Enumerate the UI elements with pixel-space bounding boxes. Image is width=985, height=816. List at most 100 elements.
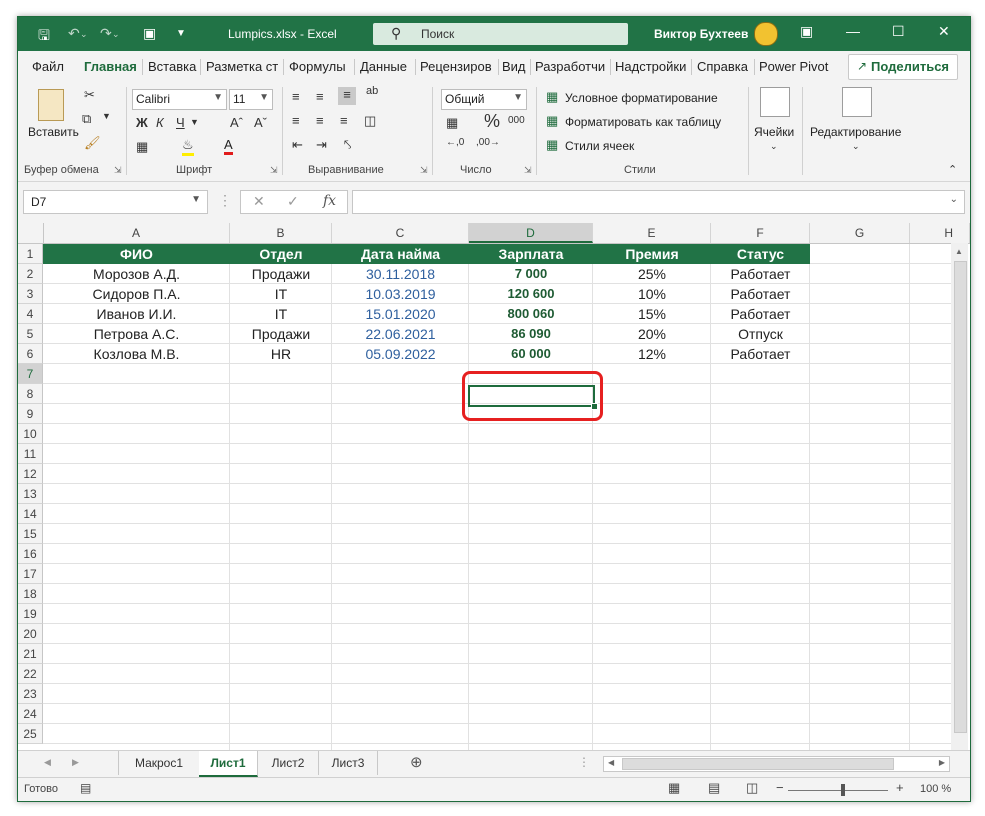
shrink-font-icon[interactable]: Aˇ [254,115,267,130]
cell-bonus[interactable]: 20% [593,324,711,344]
row-header-17[interactable]: 17 [18,564,43,584]
cell-hire-date[interactable]: 05.09.2022 [332,344,469,364]
zoom-slider-track[interactable] [788,790,888,791]
cell-salary[interactable]: 86 090 [469,324,593,344]
row-header-2[interactable]: 2 [18,264,43,284]
redo-dropdown-icon[interactable]: ⌄ [112,29,120,40]
alignment-launcher-icon[interactable]: ⇲ [420,165,428,176]
row-header-22[interactable]: 22 [18,664,43,684]
increase-indent-icon[interactable]: ⇥ [316,137,327,153]
sheet-tab-macros1[interactable]: Макрос1 [118,751,200,775]
row-header-11[interactable]: 11 [18,444,43,464]
column-header-f[interactable]: F [711,223,810,243]
camera-icon[interactable]: ▣ [143,25,156,42]
tab-power-pivot[interactable]: Power Pivot [759,59,828,74]
zoom-out-button[interactable]: − [776,780,784,795]
cell-bonus[interactable]: 25% [593,264,711,284]
zoom-level[interactable]: 100 % [920,783,951,795]
cell-hire-date[interactable]: 15.01.2020 [332,304,469,324]
font-launcher-icon[interactable]: ⇲ [270,165,278,176]
cell-fio[interactable]: Козлова М.В. [43,344,230,364]
cell-hire-date[interactable]: 30.11.2018 [332,264,469,284]
row-header-3[interactable]: 3 [18,284,43,304]
search-box[interactable]: ⚲ Поиск [373,23,628,45]
decrease-indent-icon[interactable]: ⇤ [292,137,303,153]
decrease-decimal-icon[interactable]: ,00→ [476,137,500,148]
accessibility-icon[interactable]: ▤ [80,781,91,795]
cell-salary[interactable]: 7 000 [469,264,593,284]
editing-label[interactable]: Редактирование [810,125,901,139]
undo-icon[interactable]: ↶ [68,25,80,42]
horizontal-scrollbar[interactable]: ◀ ▶ [603,756,950,772]
row-header-15[interactable]: 15 [18,524,43,544]
paste-icon[interactable] [38,89,64,121]
row-header-23[interactable]: 23 [18,684,43,704]
number-launcher-icon[interactable]: ⇲ [524,165,532,176]
row-header-8[interactable]: 8 [18,384,43,404]
scroll-up-icon[interactable]: ▲ [955,247,963,256]
close-icon[interactable]: ✕ [938,23,950,40]
column-header-e[interactable]: E [593,223,711,243]
format-as-table-button[interactable]: Форматировать как таблицу [565,115,721,129]
tab-view[interactable]: Вид [502,59,526,74]
sheet-tab-list2[interactable]: Лист2 [258,751,319,775]
row-header-4[interactable]: 4 [18,304,43,324]
table-header-salary[interactable]: Зарплата [469,244,593,264]
cell-bonus[interactable]: 12% [593,344,711,364]
cell-fio[interactable]: Петрова А.С. [43,324,230,344]
cell-status[interactable]: Работает [711,264,810,284]
tab-file[interactable]: Файл [32,59,64,74]
italic-button[interactable]: К [156,115,164,130]
column-header-h[interactable]: H [910,223,970,243]
cell-status[interactable]: Работает [711,304,810,324]
row-header-14[interactable]: 14 [18,504,43,524]
avatar[interactable] [754,22,778,46]
column-header-c[interactable]: C [332,223,469,243]
horizontal-scroll-thumb[interactable] [622,758,894,770]
wrap-text-icon[interactable]: ab [366,85,378,97]
cell-dept[interactable]: IT [230,284,332,304]
select-all-corner[interactable] [18,223,44,243]
add-sheet-icon[interactable]: ⊕ [410,753,423,771]
table-header-hire-date[interactable]: Дата найма [332,244,469,264]
format-as-table-icon[interactable]: ▦ [546,113,558,129]
cell-hire-date[interactable]: 22.06.2021 [332,324,469,344]
row-header-10[interactable]: 10 [18,424,43,444]
paste-label[interactable]: Вставить [28,125,79,139]
row-header-24[interactable]: 24 [18,704,43,724]
cell-salary[interactable]: 60 000 [469,344,593,364]
column-header-d[interactable]: D [469,223,593,243]
tab-data[interactable]: Данные [360,59,407,74]
row-header-25[interactable]: 25 [18,724,43,744]
borders-icon[interactable]: ▦ [136,139,148,155]
comma-style-icon[interactable]: 000 [508,115,525,126]
table-header-fio[interactable]: ФИО [43,244,230,264]
row-header-20[interactable]: 20 [18,624,43,644]
tab-review[interactable]: Рецензиров [420,59,492,74]
row-header-18[interactable]: 18 [18,584,43,604]
ribbon-display-icon[interactable]: ▣ [800,23,813,40]
conditional-formatting-icon[interactable]: ▦ [546,89,558,105]
insert-function-icon[interactable]: fx [323,193,336,209]
sheet-tab-list3[interactable]: Лист3 [319,751,378,775]
save-icon[interactable]: 🖫 [38,25,50,49]
cell-dept[interactable]: Продажи [230,264,332,284]
expand-formula-icon[interactable]: ⌄ [950,194,958,205]
row-header-19[interactable]: 19 [18,604,43,624]
vertical-scrollbar[interactable]: ▲ ▼ [951,243,968,750]
percent-icon[interactable]: % [484,111,500,132]
column-header-a[interactable]: A [43,223,230,243]
align-left-icon[interactable]: ≡ [292,113,300,128]
find-icon[interactable] [842,87,872,117]
merge-icon[interactable]: ◫ [364,113,376,129]
align-middle-icon[interactable]: ≡ [316,89,324,104]
more-options-icon[interactable]: ⋮ [218,192,232,209]
grow-font-icon[interactable]: Aˆ [230,115,243,130]
scroll-left-icon[interactable]: ◀ [608,758,614,767]
cell-bonus[interactable]: 10% [593,284,711,304]
cut-icon[interactable]: ✂ [84,87,95,103]
cell-fio[interactable]: Сидоров П.А. [43,284,230,304]
row-header-7[interactable]: 7 [18,364,43,384]
zoom-in-button[interactable]: + [896,780,904,795]
cell-status[interactable]: Работает [711,344,810,364]
